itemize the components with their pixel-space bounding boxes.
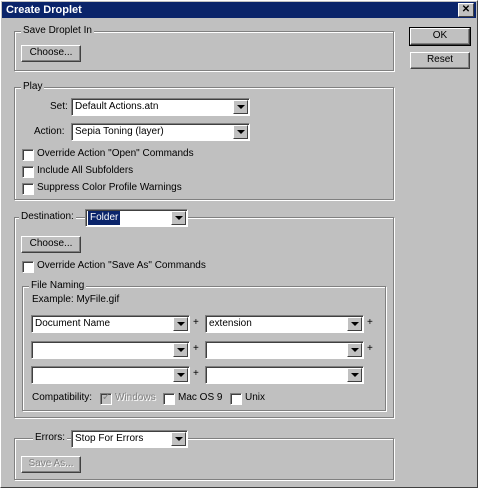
- set-label: Set:: [50, 101, 68, 112]
- file-name-field-1[interactable]: Document Name: [31, 315, 190, 333]
- save-droplet-choose-button[interactable]: Choose...: [21, 45, 81, 62]
- compat-windows-checkbox[interactable]: ✓: [100, 392, 112, 405]
- include-subfolders-checkbox[interactable]: [22, 166, 34, 178]
- ok-button[interactable]: OK: [409, 27, 471, 46]
- suppress-warnings-label: Suppress Color Profile Warnings: [37, 182, 182, 193]
- errors-value: Stop For Errors: [75, 433, 144, 444]
- chevron-down-icon: [347, 368, 362, 382]
- plus-separator: +: [193, 343, 199, 354]
- set-value: Default Actions.atn: [75, 101, 159, 112]
- destination-label: Destination:: [19, 211, 76, 223]
- chevron-down-icon: [233, 100, 248, 114]
- file-name-field-6[interactable]: [205, 366, 364, 384]
- plus-separator: +: [367, 317, 373, 328]
- reset-button[interactable]: Reset: [410, 52, 470, 69]
- compat-mac-label: Mac OS 9: [178, 392, 223, 403]
- file-name-field-2-value: extension: [209, 318, 252, 329]
- chevron-down-icon: [233, 125, 248, 139]
- chevron-down-icon: [171, 211, 186, 225]
- file-name-field-5[interactable]: [31, 366, 190, 384]
- override-open-label: Override Action "Open" Commands: [37, 148, 194, 159]
- destination-select[interactable]: Folder: [85, 209, 188, 227]
- save-droplet-legend: Save Droplet In: [21, 25, 94, 37]
- destination-value: Folder: [88, 211, 121, 225]
- dialog-title: Create Droplet: [6, 4, 82, 16]
- errors-save-as-button[interactable]: Save As...: [21, 456, 81, 473]
- plus-separator: +: [367, 343, 373, 354]
- play-legend: Play: [21, 81, 45, 93]
- errors-select[interactable]: Stop For Errors: [71, 430, 188, 448]
- destination-choose-button[interactable]: Choose...: [21, 236, 81, 253]
- chevron-down-icon: [173, 368, 188, 382]
- errors-label: Errors:: [33, 432, 67, 444]
- compat-unix-label: Unix: [245, 392, 266, 403]
- action-value: Sepia Toning (layer): [75, 126, 164, 137]
- compat-unix-checkbox[interactable]: [230, 393, 242, 405]
- compatibility-label: Compatibility:: [32, 392, 93, 403]
- chevron-down-icon: [173, 317, 188, 331]
- title-bar[interactable]: Create Droplet ✕: [2, 2, 476, 18]
- chevron-down-icon: [173, 343, 188, 357]
- compat-mac-checkbox[interactable]: [163, 393, 175, 405]
- file-name-field-4[interactable]: [205, 341, 364, 359]
- file-name-field-2[interactable]: extension: [205, 315, 364, 333]
- file-naming-legend: File Naming: [29, 280, 87, 292]
- plus-separator: +: [193, 368, 199, 379]
- create-droplet-dialog: Create Droplet ✕ OK Reset Save Droplet I…: [0, 0, 478, 488]
- action-select[interactable]: Sepia Toning (layer): [71, 123, 250, 141]
- plus-separator: +: [193, 317, 199, 328]
- file-naming-example: Example: MyFile.gif: [32, 294, 120, 305]
- override-save-as-checkbox[interactable]: [22, 261, 34, 273]
- chevron-down-icon: [347, 343, 362, 357]
- compat-windows-label: Windows: [115, 392, 156, 403]
- set-select[interactable]: Default Actions.atn: [71, 98, 250, 116]
- file-name-field-3[interactable]: [31, 341, 190, 359]
- action-label: Action:: [34, 126, 65, 137]
- override-open-checkbox[interactable]: [22, 149, 34, 161]
- chevron-down-icon: [347, 317, 362, 331]
- include-subfolders-label: Include All Subfolders: [37, 165, 134, 176]
- override-save-as-label: Override Action "Save As" Commands: [37, 260, 206, 271]
- close-icon[interactable]: ✕: [458, 3, 474, 17]
- suppress-warnings-checkbox[interactable]: [22, 183, 34, 195]
- file-name-field-1-value: Document Name: [35, 318, 111, 329]
- chevron-down-icon: [171, 432, 186, 446]
